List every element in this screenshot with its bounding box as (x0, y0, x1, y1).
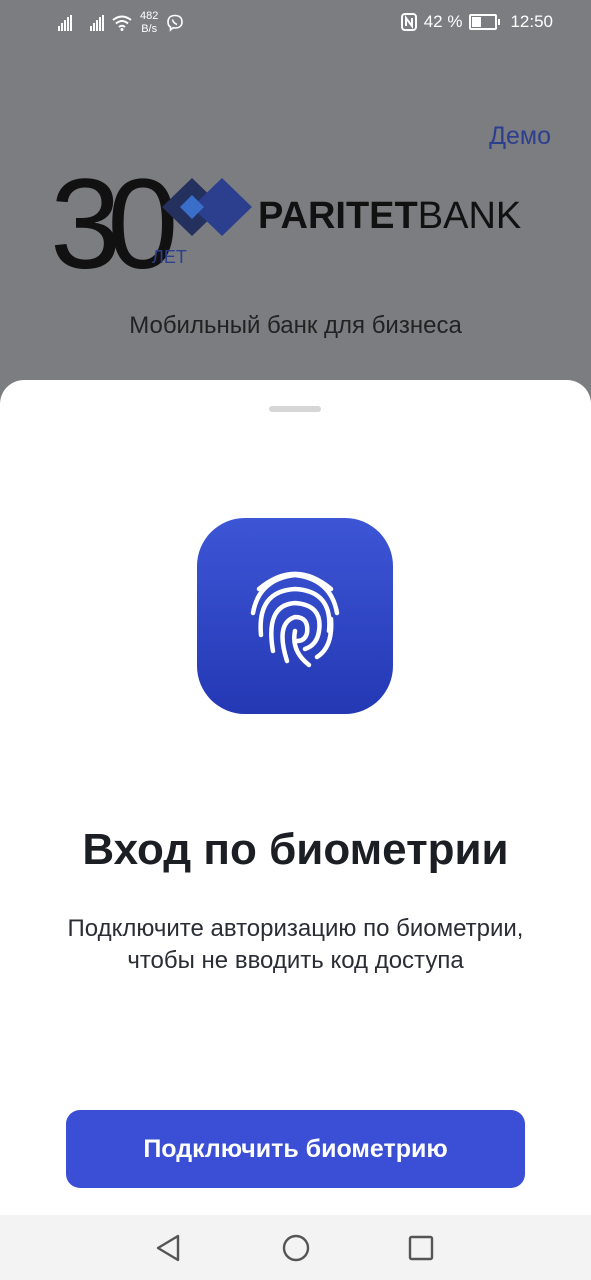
status-left: 482 B/s (58, 10, 184, 36)
nfc-icon (400, 13, 417, 31)
sheet-title: Вход по биометрии (82, 825, 509, 874)
logo-emblem (162, 178, 252, 236)
wifi-icon (112, 15, 132, 31)
network-speed-value: 482 (140, 10, 159, 22)
clock: 12:50 (510, 12, 553, 31)
back-icon[interactable] (154, 1233, 184, 1263)
bank-logo: 30 ЛЕТ PARITETBANK (54, 160, 521, 280)
viber-icon (167, 14, 184, 32)
battery-icon (469, 14, 501, 30)
network-speed-unit: B/s (141, 23, 158, 35)
enable-biometrics-button[interactable]: Подключить биометрию (66, 1110, 525, 1188)
status-bar: 482 B/s 42 % 12:50 (0, 0, 591, 46)
fingerprint-tile (197, 518, 393, 714)
sheet-description: Подключите авторизацию по биометрии, что… (67, 915, 524, 974)
network-speed: 482 B/s (140, 10, 158, 36)
battery-percent: 42 % (423, 12, 463, 31)
sheet-drag-handle[interactable] (269, 406, 321, 412)
app-subtitle: Мобильный банк для бизнеса (129, 312, 462, 339)
biometric-bottom-sheet: Вход по биометрии Подключите авторизацию… (0, 380, 591, 1215)
signal-icon (58, 15, 72, 31)
signal-icon (90, 15, 104, 31)
system-nav-bar (0, 1215, 591, 1280)
logo-anniversary-word: ЛЕТ (152, 247, 187, 267)
demo-link[interactable]: Демо (489, 122, 551, 151)
status-right: 42 % 12:50 (400, 12, 553, 32)
fingerprint-icon (250, 571, 340, 668)
home-icon[interactable] (281, 1233, 311, 1263)
logo-brand-bold: PARITET (258, 195, 418, 237)
logo-wordmark: PARITETBANK (258, 195, 521, 237)
recents-icon[interactable] (406, 1233, 436, 1263)
enable-biometrics-label: Подключить биометрию (143, 1134, 448, 1163)
logo-brand-light: BANK (418, 195, 521, 237)
